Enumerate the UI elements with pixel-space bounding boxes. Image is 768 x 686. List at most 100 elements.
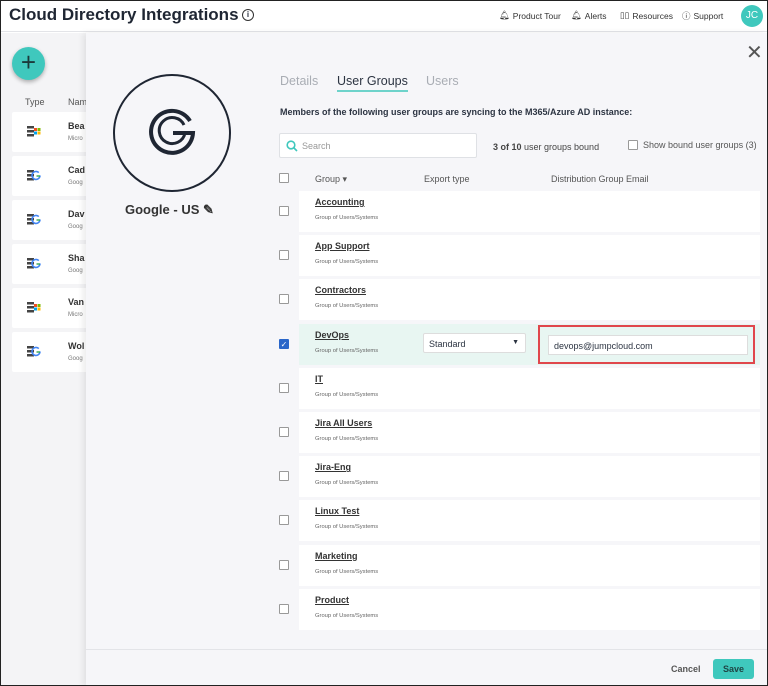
add-integration-button[interactable]: +: [12, 47, 45, 80]
group-type: Group of Users/Systems: [315, 524, 379, 531]
directory-name-text: Google - US: [125, 202, 200, 217]
group-name-link[interactable]: IT: [315, 374, 323, 384]
group-type: Group of Users/Systems: [315, 215, 379, 221]
integration-name: Van: [68, 297, 85, 307]
top-header: Cloud Directory Integrations i 🔔︎ Product…: [0, 0, 768, 32]
group-type: Group of Users/Systems: [315, 347, 379, 354]
column-export-type: Export type: [424, 174, 470, 184]
google-g-icon: [149, 108, 196, 155]
integration-type: Goog: [68, 356, 83, 362]
group-name-link[interactable]: Contractors: [315, 285, 366, 295]
tab-user-groups[interactable]: User Groups: [337, 74, 408, 92]
distribution-email-input[interactable]: devops@jumpcloud.com: [548, 334, 748, 355]
integration-name: Cad: [68, 165, 86, 175]
group-name-link[interactable]: DevOps: [315, 330, 349, 340]
integration-type: Goog: [68, 268, 83, 274]
integration-card[interactable]: Cad Goog: [12, 156, 92, 196]
group-checkbox[interactable]: [279, 382, 289, 393]
book-icon: ▯▯: [620, 10, 630, 20]
cancel-button[interactable]: Cancel: [671, 664, 701, 674]
group-checkbox[interactable]: ✓: [279, 338, 289, 349]
group-type: Group of Users/Systems: [315, 568, 379, 575]
support-link[interactable]: ⓘ Support: [682, 10, 723, 22]
integration-card[interactable]: Wol Goog: [12, 332, 92, 372]
search-icon: [286, 140, 298, 152]
group-name-link[interactable]: Linux Test: [315, 506, 359, 516]
show-bound-checkbox[interactable]: [628, 140, 638, 150]
caret-down-icon: ▼: [512, 338, 519, 346]
integration-card[interactable]: Dav Goog: [12, 200, 92, 240]
group-name-link[interactable]: App Support: [315, 241, 370, 251]
search-input[interactable]: Search: [279, 133, 477, 158]
show-bound-toggle[interactable]: Show bound user groups (3): [628, 140, 757, 150]
group-row: Contractors Group of Users/Systems: [299, 279, 760, 321]
group-row: Marketing Group of Users/Systems: [299, 544, 760, 586]
group-checkbox[interactable]: [279, 294, 289, 305]
integration-type: Goog: [68, 180, 83, 186]
email-highlight: devops@jumpcloud.com: [538, 324, 755, 364]
integration-type: Goog: [68, 224, 83, 230]
group-checkbox[interactable]: [279, 559, 289, 570]
group-name-link[interactable]: Marketing: [315, 551, 358, 561]
integration-name: Bea: [68, 121, 85, 131]
group-name-link[interactable]: Jira-Eng: [315, 462, 351, 472]
group-name-link[interactable]: Product: [315, 595, 349, 605]
group-type: Group of Users/Systems: [315, 259, 379, 266]
bound-text: user groups bound: [521, 142, 600, 152]
group-type: Group of Users/Systems: [315, 612, 379, 619]
group-checkbox[interactable]: [279, 206, 289, 216]
column-email: Distribution Group Email: [551, 174, 649, 184]
directory-name[interactable]: Google - US ✎: [125, 202, 214, 218]
info-icon[interactable]: i: [242, 9, 254, 21]
pencil-icon[interactable]: ✎: [203, 202, 214, 217]
show-bound-label: Show bound user groups (3): [643, 140, 757, 150]
group-row: DevOps Group of Users/Systems Standard ▼ dev…: [299, 323, 760, 365]
group-row: IT Group of Users/Systems: [299, 367, 760, 409]
group-type: Group of Users/Systems: [315, 391, 379, 398]
column-group[interactable]: Group ▾: [315, 174, 347, 185]
alerts-link[interactable]: 🔔︎ Alerts: [571, 10, 607, 21]
resources-label: Resources: [632, 10, 673, 21]
group-row: Jira-Eng Group of Users/Systems: [299, 456, 760, 498]
group-type: Group of Users/Systems: [315, 480, 379, 487]
column-name: Nam: [68, 97, 88, 107]
page-title: Cloud Directory Integrations: [9, 5, 239, 24]
integration-card[interactable]: Sha Goog: [12, 244, 92, 284]
bound-count: 3 of 10 user groups bound: [493, 142, 599, 152]
integration-card[interactable]: Bea Micro: [12, 112, 92, 152]
group-name-link[interactable]: Accounting: [315, 197, 365, 207]
export-type-select[interactable]: Standard ▼: [423, 332, 526, 353]
group-name-link[interactable]: Jira All Users: [315, 418, 372, 428]
support-label: Support: [693, 11, 724, 21]
sync-description: Members of the following user groups are…: [280, 107, 633, 117]
product-tour-label: Product Tour: [512, 10, 561, 21]
group-checkbox[interactable]: [279, 603, 289, 614]
group-checkbox[interactable]: [279, 427, 289, 437]
group-row: Jira All Users Group of Users/Systems: [299, 412, 760, 453]
save-button[interactable]: Save: [713, 659, 754, 679]
group-row: Accounting Group of Users/Systems: [299, 191, 760, 232]
group-type: Group of Users/Systems: [315, 436, 379, 442]
tab-users[interactable]: Users: [426, 74, 459, 88]
column-type: Type: [25, 97, 45, 107]
integration-name: Sha: [68, 253, 85, 263]
integration-type: Micro: [68, 136, 83, 142]
group-type: Group of Users/Systems: [315, 303, 379, 310]
resources-link[interactable]: ▯▯ Resources: [620, 10, 673, 21]
select-all-checkbox[interactable]: [279, 173, 289, 183]
tab-details[interactable]: Details: [280, 74, 318, 88]
help-icon: ⓘ: [682, 11, 691, 21]
group-checkbox[interactable]: [279, 250, 289, 261]
microsoft-directory-icon: [27, 126, 41, 137]
alerts-label: Alerts: [584, 10, 607, 21]
integration-card[interactable]: Van Micro: [12, 288, 92, 328]
bell-icon: 🔔︎: [571, 10, 582, 20]
group-checkbox[interactable]: [279, 515, 289, 526]
search-placeholder: Search: [302, 141, 331, 151]
product-tour-link[interactable]: 🔔︎ Product Tour: [499, 10, 561, 21]
group-row: Product Group of Users/Systems: [299, 588, 760, 630]
avatar[interactable]: JC: [741, 5, 763, 27]
group-checkbox[interactable]: [279, 471, 289, 482]
close-icon[interactable]: ✕: [746, 43, 763, 63]
integration-type: Micro: [68, 312, 83, 318]
